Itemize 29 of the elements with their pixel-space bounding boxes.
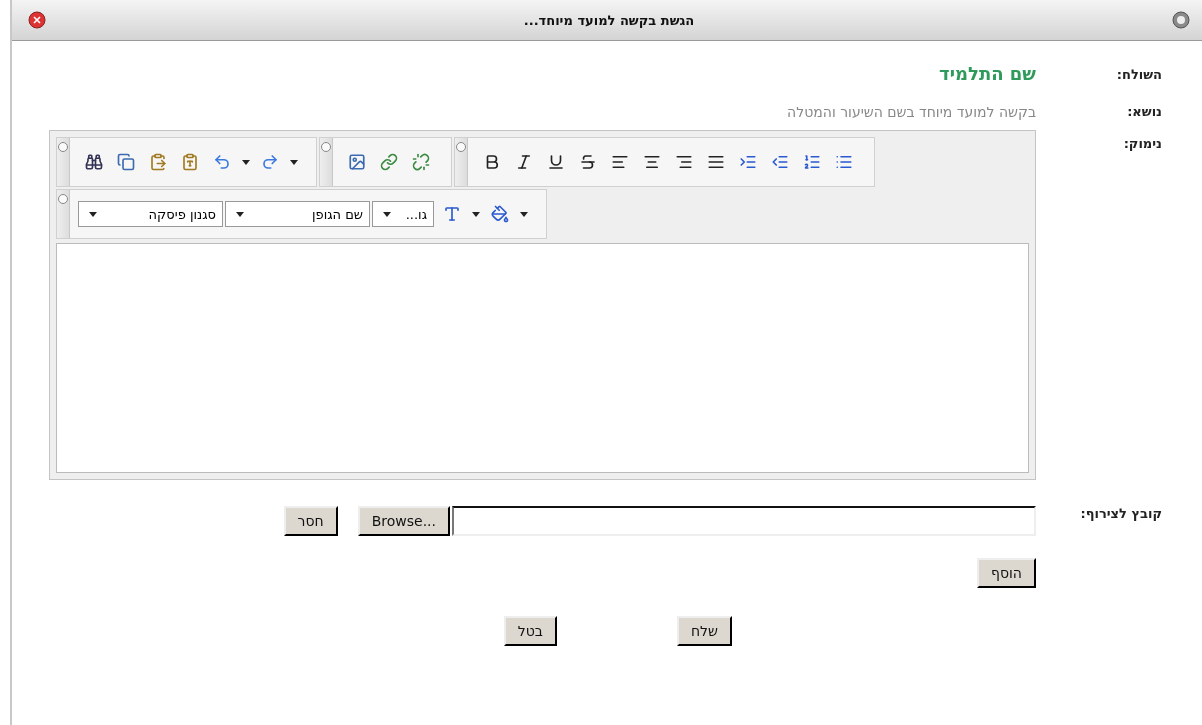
form-button[interactable]: שלח: [676, 616, 732, 646]
field-label: נימוק:: [1122, 135, 1162, 151]
grip-handle[interactable]: [321, 142, 331, 152]
dropdown[interactable]: גו...: [372, 201, 434, 227]
grip-handle[interactable]: [58, 194, 68, 204]
add-button[interactable]: הוסף: [977, 558, 1036, 588]
app-icon[interactable]: [1172, 11, 1190, 29]
grip-handle[interactable]: [58, 142, 68, 152]
browse-button[interactable]: Browse...: [357, 506, 450, 536]
caret-icon[interactable]: [290, 159, 298, 165]
grip-handle[interactable]: [456, 142, 466, 152]
field-label: השולח:: [1115, 66, 1162, 82]
field-label: נושא:: [1126, 104, 1162, 119]
dropdown[interactable]: סגנון פיסקה: [78, 201, 223, 227]
close-icon[interactable]: [28, 11, 46, 29]
window-title: הגשת בקשה למועד מיוחד...: [523, 12, 695, 28]
subject-text: בקשה למועד מיוחד בשם השיעור והמטלה: [787, 104, 1036, 120]
remove-button[interactable]: חסר: [283, 506, 338, 536]
caret-icon[interactable]: [236, 211, 244, 217]
caret-icon[interactable]: [472, 211, 480, 217]
caret-icon[interactable]: [242, 159, 250, 165]
form-button[interactable]: בטל: [503, 616, 557, 646]
file-field[interactable]: [452, 506, 1036, 536]
caret-icon[interactable]: [89, 211, 97, 217]
caret-icon[interactable]: [520, 211, 528, 217]
sender-name: שם התלמיד: [939, 63, 1036, 84]
field-label: קובץ לצירוף:: [1079, 506, 1162, 521]
caret-icon[interactable]: [383, 211, 391, 217]
dropdown[interactable]: שם הגופן: [225, 201, 370, 227]
